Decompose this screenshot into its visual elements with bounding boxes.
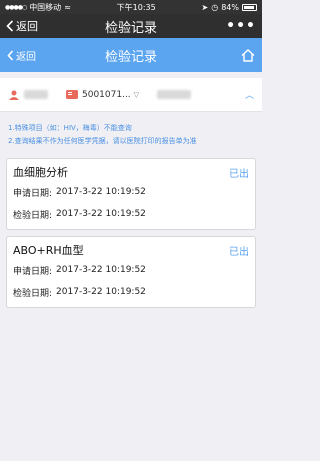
- patient-name-redacted: [24, 90, 48, 99]
- patient-selector[interactable]: 5001071... ▽ ︿: [0, 78, 262, 112]
- record-name: ABO+RH血型: [13, 244, 84, 257]
- chevron-up-icon[interactable]: ︿: [245, 88, 254, 101]
- test-date-row: 检验日期: 2017-3-22 10:19:52: [13, 203, 249, 225]
- record-card[interactable]: ABO+RH血型 已出 申请日期: 2017-3-22 10:19:52 检验日…: [6, 236, 256, 308]
- wechat-back-button[interactable]: 返回: [6, 18, 38, 34]
- record-name: 血细胞分析: [13, 166, 68, 179]
- apply-date-value: 2017-3-22 10:19:52: [56, 187, 146, 197]
- person-icon: [9, 90, 19, 100]
- wechat-title: 检验记录: [104, 20, 157, 36]
- apply-date-label: 申请日期:: [13, 266, 53, 277]
- app-header: 返回 检验记录: [0, 38, 262, 72]
- page-title: 检验记录: [104, 49, 157, 65]
- test-date-value: 2017-3-22 10:19:52: [56, 287, 146, 297]
- status-bar: ●●●●○ 中国移动 ≈ 下午10:35 ➤ ◷ 84%: [0, 0, 262, 14]
- wechat-back-label: 返回: [16, 20, 38, 33]
- status-badge: 已出: [229, 246, 249, 258]
- app-back-label: 返回: [16, 51, 36, 63]
- battery-icon: [241, 3, 257, 11]
- location-icon: ➤: [201, 2, 209, 12]
- carrier: 中国移动: [29, 2, 62, 12]
- app-back-button[interactable]: 返回: [7, 48, 36, 63]
- apply-date-label: 申请日期:: [13, 188, 53, 199]
- dropdown-caret-icon[interactable]: ▽: [134, 91, 139, 99]
- clock: 下午10:35: [116, 2, 156, 12]
- test-date-label: 检验日期:: [13, 288, 53, 299]
- id-card-icon: [66, 90, 78, 99]
- apply-date-row: 申请日期: 2017-3-22 10:19:52: [13, 181, 249, 203]
- home-icon[interactable]: [241, 48, 255, 62]
- apply-date-value: 2017-3-22 10:19:52: [56, 265, 146, 275]
- more-icon[interactable]: •••: [226, 18, 256, 34]
- chevron-left-icon: [7, 49, 14, 61]
- chevron-left-icon: [6, 20, 14, 32]
- test-date-value: 2017-3-22 10:19:52: [56, 209, 146, 219]
- wifi-icon: ≈: [64, 2, 71, 12]
- test-date-label: 检验日期:: [13, 210, 53, 221]
- patient-info-redacted: [157, 90, 192, 99]
- wechat-nav-bar: 返回 检验记录 •••: [0, 14, 262, 38]
- battery-percent: 84%: [221, 2, 239, 12]
- signal-icon: ●●●●○: [5, 3, 27, 11]
- notice-item: 1.特殊项目（如：HIV，梅毒）不能查询: [8, 124, 132, 132]
- alarm-icon: ◷: [211, 2, 219, 12]
- status-badge: 已出: [229, 168, 249, 180]
- test-date-row: 检验日期: 2017-3-22 10:19:52: [13, 281, 249, 303]
- record-card[interactable]: 血细胞分析 已出 申请日期: 2017-3-22 10:19:52 检验日期: …: [6, 158, 256, 230]
- card-number: 5001071...: [82, 89, 131, 100]
- apply-date-row: 申请日期: 2017-3-22 10:19:52: [13, 259, 249, 281]
- notice-list: 1.特殊项目（如：HIV，梅毒）不能查询 2.查询结果不作为任何医学凭据，请以医…: [0, 112, 262, 152]
- notice-item: 2.查询结果不作为任何医学凭据，请以医院打印的报告单为准: [8, 137, 197, 145]
